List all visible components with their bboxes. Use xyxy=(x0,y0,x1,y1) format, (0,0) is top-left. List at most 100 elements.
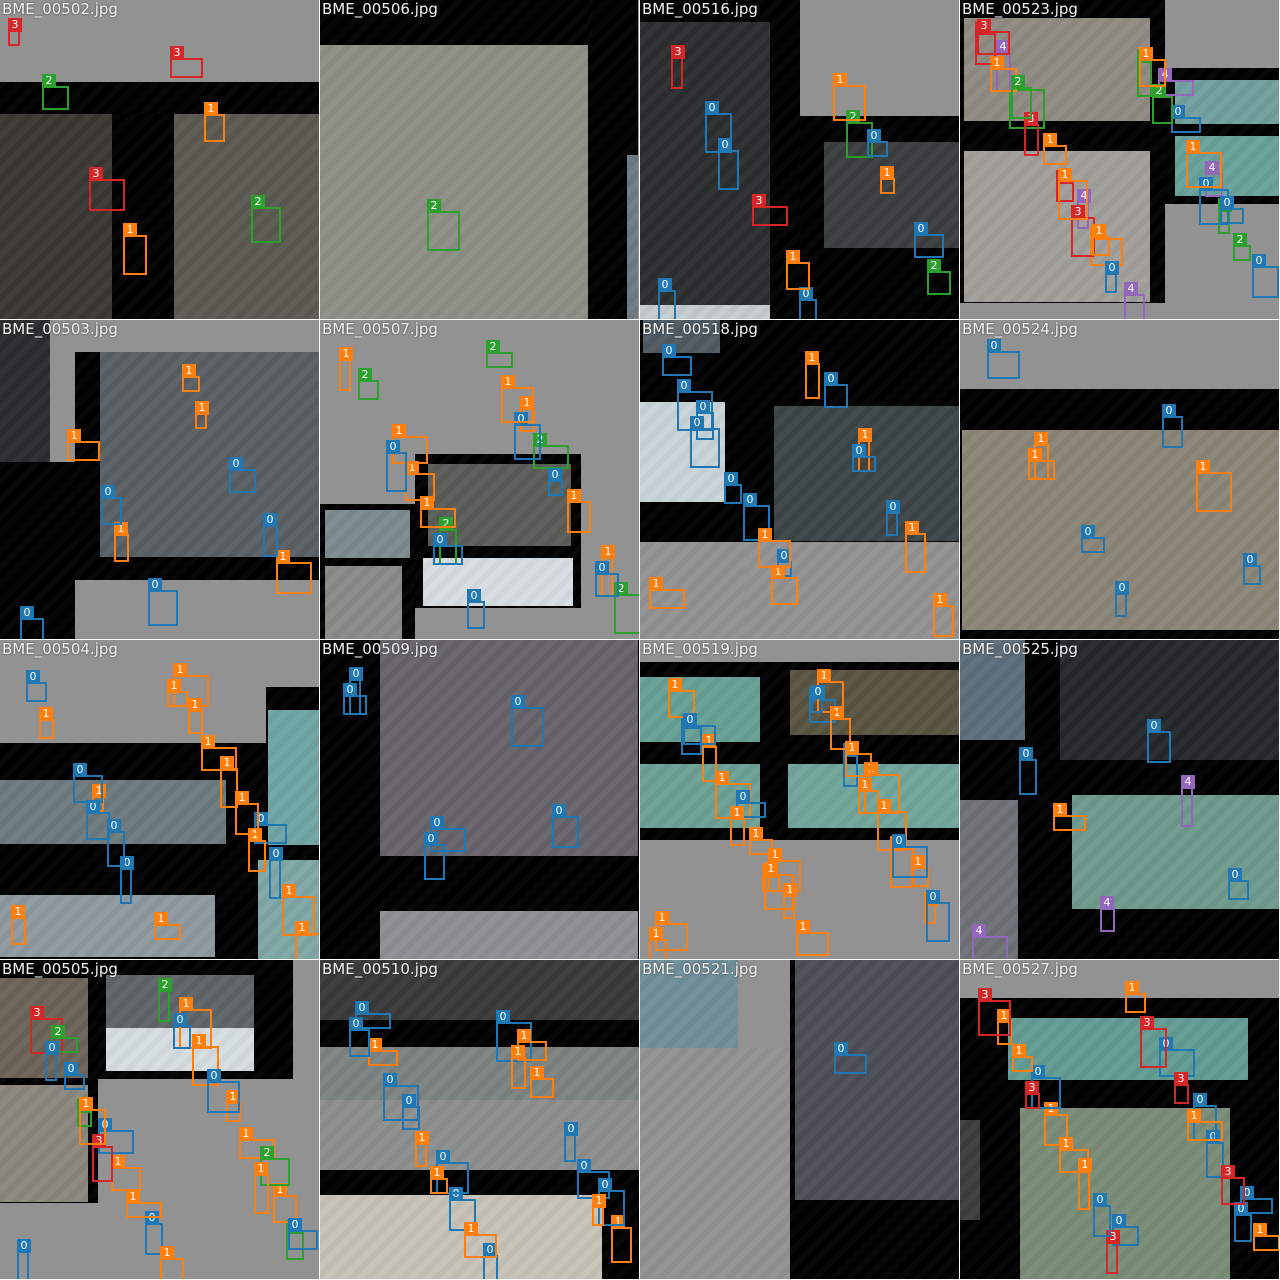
bounding-box-icon: 0 xyxy=(229,457,256,493)
bounding-box-icon: 1 xyxy=(415,1131,429,1167)
class-label-tag: 1 xyxy=(805,351,819,365)
class-label-tag: 0 xyxy=(1105,261,1119,275)
bounding-box-icon: 1 xyxy=(276,550,312,594)
class-label-tag: 0 xyxy=(598,1178,612,1192)
image-tile: 2 2 1 2 1 2 2 1 1 1 0 0 0 0 0 0 1 1 1 BME_00507.jpg xyxy=(320,320,639,639)
bounding-box-icon: 1 xyxy=(567,489,591,533)
class-label-tag: 3 xyxy=(170,46,184,60)
bounding-box-icon: 0 xyxy=(886,500,900,536)
class-label-tag: 1 xyxy=(601,545,615,559)
bounding-box-icon: 0 xyxy=(1081,525,1105,553)
class-label-tag: 2 xyxy=(260,1146,274,1160)
class-label-tag: 1 xyxy=(254,1162,268,1176)
class-label-tag: 0 xyxy=(834,1042,848,1056)
tile-filename: BME_00527.jpg xyxy=(962,960,1078,978)
bounding-box-icon: 1 xyxy=(1187,1109,1223,1141)
bounding-box-icon: 0 xyxy=(658,278,676,319)
class-label-tag: 2 xyxy=(927,259,941,273)
class-label-tag: 0 xyxy=(511,695,525,709)
bounding-box-icon: 0 xyxy=(595,561,619,597)
class-label-tag: 3 xyxy=(671,45,685,59)
tile-filename: BME_00518.jpg xyxy=(642,320,758,338)
bounding-box-icon: 1 xyxy=(749,827,773,855)
bounding-box-icon: 0 xyxy=(834,1042,867,1074)
class-label-tag: 1 xyxy=(668,678,682,692)
bounding-box-icon: 1 xyxy=(254,1162,269,1214)
bounding-box-icon: 1 xyxy=(1028,448,1055,480)
bounding-box-icon: 1 xyxy=(123,223,147,275)
class-label-tag: 1 xyxy=(749,827,763,841)
class-label-tag: 0 xyxy=(1019,747,1033,761)
bounding-box-icon: 0 xyxy=(383,1073,419,1121)
bounding-box-icon: 0 xyxy=(867,129,888,157)
bounding-box-icon: 3 xyxy=(977,19,1010,55)
bounding-box-icon: 1 xyxy=(182,364,200,392)
bounding-box-icon: 1 xyxy=(611,1215,632,1263)
class-label-tag: 0 xyxy=(173,1013,187,1027)
bounding-box-icon: 0 xyxy=(45,1041,59,1081)
bounding-box-icon: 1 xyxy=(1043,133,1067,165)
bounding-box-icon: 1 xyxy=(771,565,798,605)
class-label-tag: 1 xyxy=(1187,1109,1201,1123)
bounding-box-icon: 1 xyxy=(201,735,237,771)
bounding-box-icon: 1 xyxy=(592,1194,606,1226)
bounding-box-icon: 1 xyxy=(1053,803,1086,831)
bounding-box-icon: 1 xyxy=(730,806,745,846)
class-label-tag: 1 xyxy=(758,528,772,542)
class-label-tag: 2 xyxy=(42,74,56,88)
bounding-box-icon: 0 xyxy=(269,847,283,899)
bounding-box-icon: 1 xyxy=(339,347,353,391)
bounding-box-icon: 2 xyxy=(614,582,639,634)
bounding-box-icon: 2 xyxy=(1233,233,1251,261)
bounding-box-icon: 1 xyxy=(786,250,810,290)
class-label-tag: 0 xyxy=(595,561,609,575)
bounding-box-icon: 0 xyxy=(1243,553,1261,585)
bounding-box-icon: 3 xyxy=(89,167,125,211)
bounding-box-icon: 2 xyxy=(158,978,172,1022)
class-label-tag: 1 xyxy=(817,669,831,683)
class-label-tag: 1 xyxy=(464,1222,478,1236)
class-label-tag: 1 xyxy=(833,73,847,87)
bounding-box-icon: 0 xyxy=(987,339,1020,379)
class-label-tag: 0 xyxy=(45,1041,59,1055)
class-label-tag: 0 xyxy=(1171,105,1185,119)
bounding-box-icon: 0 xyxy=(1105,261,1119,293)
class-label-tag: 1 xyxy=(649,577,663,591)
class-label-tag: 1 xyxy=(1012,1044,1026,1058)
bounding-box-icon: 1 xyxy=(758,528,791,568)
bounding-box-icon: 0 xyxy=(1234,1202,1252,1242)
bounding-box-icon: 0 xyxy=(1147,719,1171,763)
class-label-tag: 0 xyxy=(743,493,757,507)
class-label-tag: 0 xyxy=(73,763,87,777)
class-label-tag: 1 xyxy=(1058,168,1072,182)
class-label-tag: 0 xyxy=(383,1073,397,1087)
tile-filename: BME_00507.jpg xyxy=(322,320,438,338)
class-label-tag: 0 xyxy=(564,1122,578,1136)
class-label-tag: 1 xyxy=(845,741,859,755)
bounding-box-icon: 4 xyxy=(1124,282,1145,319)
class-label-tag: 2 xyxy=(158,978,172,992)
class-label-tag: 1 xyxy=(1139,47,1153,61)
class-label-tag: 0 xyxy=(852,444,866,458)
bounding-box-icon: 1 xyxy=(530,1066,554,1098)
bounding-box-icon: 1 xyxy=(833,73,866,121)
class-label-tag: 0 xyxy=(436,1150,450,1164)
bounding-box-icon: 1 xyxy=(805,351,820,399)
class-label-tag: 0 xyxy=(724,472,738,486)
bounding-box-icon: 1 xyxy=(167,679,188,707)
tile-filename: BME_00502.jpg xyxy=(2,0,118,18)
class-label-tag: 1 xyxy=(11,905,25,919)
class-label-tag: 1 xyxy=(905,521,919,535)
bounding-box-icon: 1 xyxy=(282,884,315,936)
bounding-box-icon: 1 xyxy=(933,593,954,637)
class-label-tag: 1 xyxy=(123,223,137,237)
bounding-box-icon: 1 xyxy=(764,862,794,910)
class-label-tag: 1 xyxy=(858,778,872,792)
bounding-box-icon: 0 xyxy=(467,589,485,629)
class-label-tag: 1 xyxy=(179,997,193,1011)
bounding-box-icon: 0 xyxy=(718,138,739,190)
bounding-box-icon: 1 xyxy=(235,791,259,835)
class-label-tag: 1 xyxy=(420,496,434,510)
class-label-tag: 1 xyxy=(517,1029,531,1043)
class-label-tag: 2 xyxy=(1233,233,1247,247)
